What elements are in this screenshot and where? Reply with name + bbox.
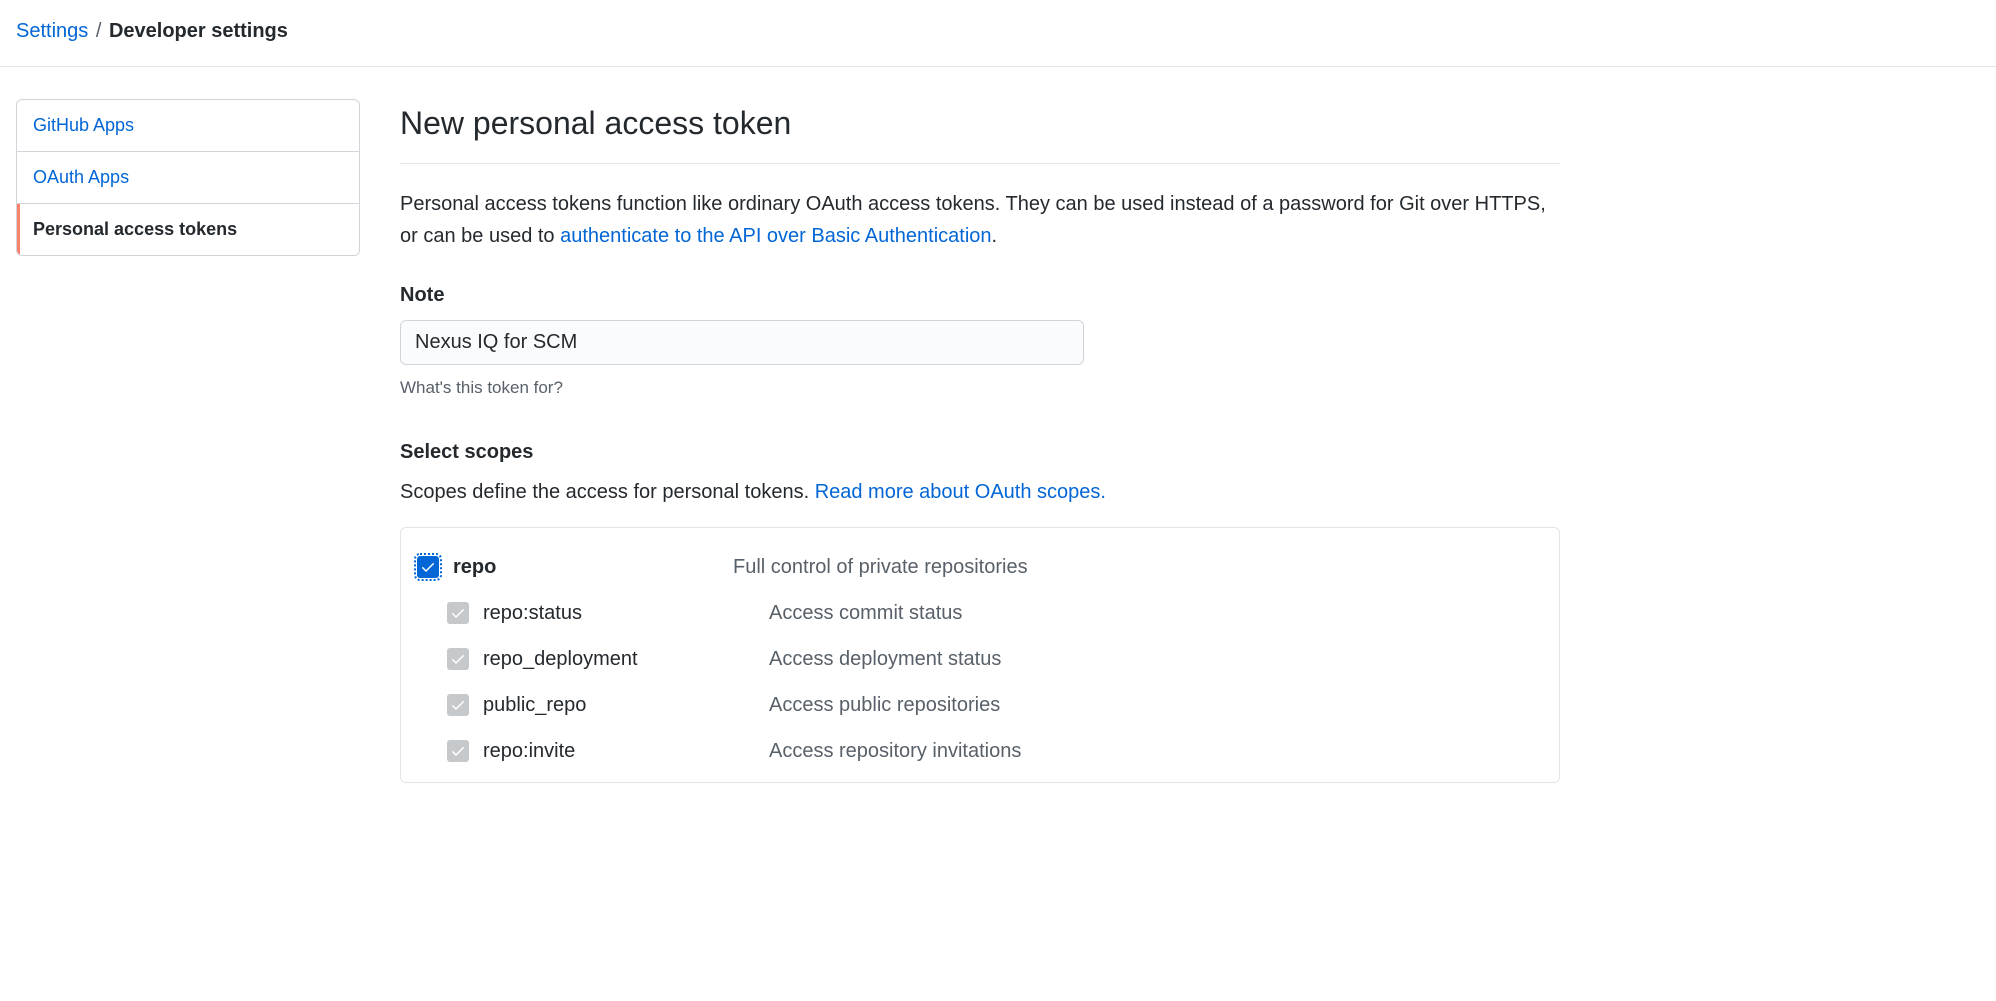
scopes-description: Scopes define the access for personal to…	[400, 477, 1560, 507]
sidebar-item-github-apps[interactable]: GitHub Apps	[17, 100, 359, 152]
scope-row-public-repo: public_repo Access public repositories	[417, 682, 1543, 728]
scope-name: repo_deployment	[483, 644, 769, 674]
scopes-desc-link[interactable]: Read more about OAuth scopes.	[815, 481, 1106, 503]
check-icon	[450, 651, 466, 667]
page-title: New personal access token	[400, 99, 1560, 164]
sidebar: GitHub Apps OAuth Apps Personal access t…	[16, 99, 360, 783]
description-text-after: .	[992, 225, 998, 247]
breadcrumb-separator: /	[96, 20, 102, 42]
breadcrumb-settings-link[interactable]: Settings	[16, 20, 88, 42]
sidebar-menu: GitHub Apps OAuth Apps Personal access t…	[16, 99, 360, 256]
check-icon	[450, 743, 466, 759]
scopes-desc-before: Scopes define the access for personal to…	[400, 481, 815, 503]
scopes-label: Select scopes	[400, 437, 1560, 467]
scope-checkbox-repo[interactable]	[417, 556, 439, 578]
breadcrumb-current: Developer settings	[109, 20, 288, 42]
scope-name: repo:status	[483, 598, 769, 628]
scope-checkbox-repo-status[interactable]	[447, 602, 469, 624]
description-auth-link[interactable]: authenticate to the API over Basic Authe…	[560, 225, 991, 247]
scope-row-repo: repo Full control of private repositorie…	[417, 544, 1543, 590]
sidebar-item-personal-access-tokens[interactable]: Personal access tokens	[17, 204, 359, 255]
check-icon	[450, 697, 466, 713]
note-label: Note	[400, 280, 1560, 310]
scope-desc: Access public repositories	[769, 690, 1000, 720]
sidebar-item-oauth-apps[interactable]: OAuth Apps	[17, 152, 359, 204]
check-icon	[450, 605, 466, 621]
scope-desc: Access commit status	[769, 598, 962, 628]
note-input[interactable]	[400, 320, 1084, 365]
scope-checkbox-public-repo[interactable]	[447, 694, 469, 716]
scope-row-repo-deployment: repo_deployment Access deployment status	[417, 636, 1543, 682]
check-icon	[420, 559, 436, 575]
scope-name: repo:invite	[483, 736, 769, 766]
scope-row-repo-status: repo:status Access commit status	[417, 590, 1543, 636]
scope-checkbox-repo-invite[interactable]	[447, 740, 469, 762]
scope-name: public_repo	[483, 690, 769, 720]
scope-name: repo	[453, 552, 733, 582]
token-description: Personal access tokens function like ord…	[400, 188, 1560, 252]
note-hint: What's this token for?	[400, 375, 1560, 401]
main-content: New personal access token Personal acces…	[400, 99, 1560, 783]
scope-checkbox-repo-deployment[interactable]	[447, 648, 469, 670]
scope-desc: Access repository invitations	[769, 736, 1021, 766]
scope-desc: Access deployment status	[769, 644, 1001, 674]
breadcrumb: Settings / Developer settings	[0, 0, 1996, 67]
scopes-box: repo Full control of private repositorie…	[400, 527, 1560, 783]
scope-row-repo-invite: repo:invite Access repository invitation…	[417, 728, 1543, 774]
scope-desc: Full control of private repositories	[733, 552, 1028, 582]
